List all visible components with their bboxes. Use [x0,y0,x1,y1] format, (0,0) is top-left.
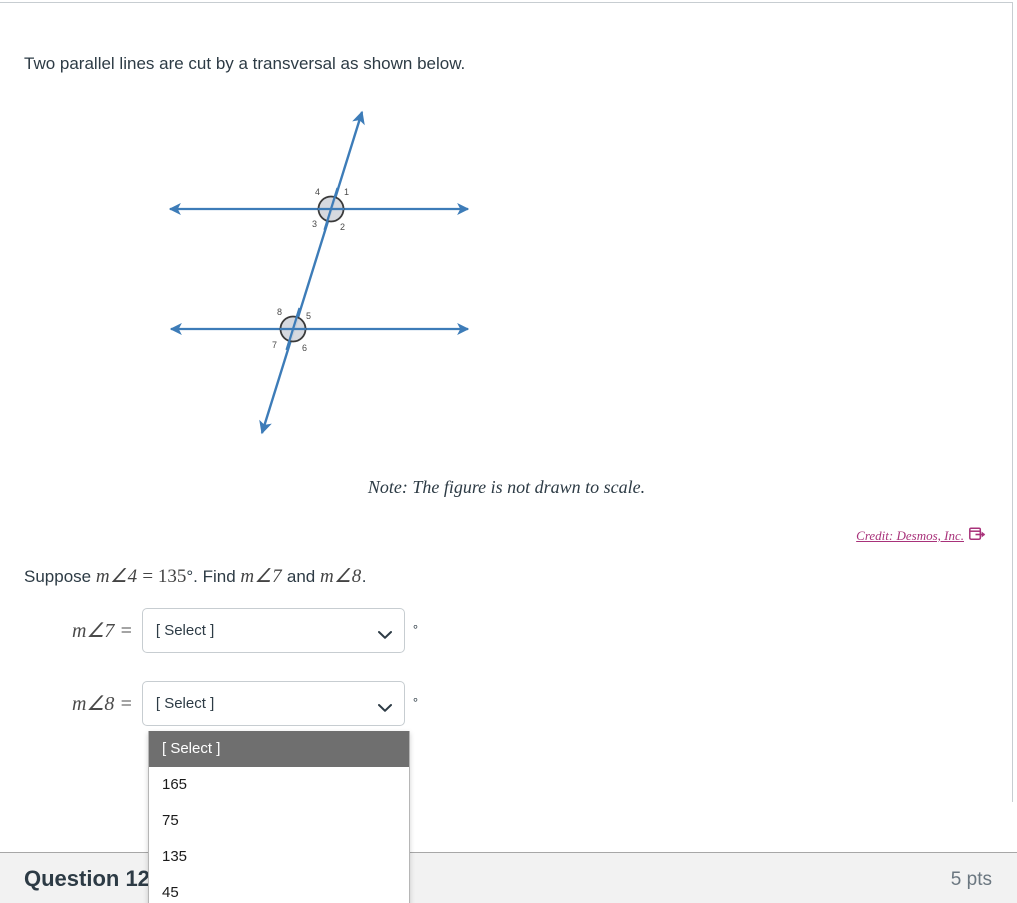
transversal-line [258,110,365,435]
answer-label-angle-7: m∠7 = [72,620,133,642]
suppose-statement: Suppose m∠4 = 135°. Find m∠7 and m∠8. [24,564,366,590]
parallel-lines-transversal-svg: 4 1 3 2 8 5 7 6 [168,110,469,435]
given-angle-expression: m∠4 [95,566,138,587]
geometry-figure: 4 1 3 2 8 5 7 6 [0,99,1013,449]
angle-label-7: 7 [272,340,277,350]
angle-label-2: 2 [340,222,345,232]
unit-degree-angle-8: ° [412,695,419,710]
dropdown-option-135[interactable]: 135 [149,839,409,875]
and-text: and [282,567,320,586]
external-link-icon[interactable] [969,527,986,545]
angle-label-4: 4 [315,187,320,197]
given-angle-value: 135 [157,566,187,587]
dropdown-options-angle-8[interactable]: [ Select ] 165 75 135 45 [148,731,410,903]
question-body-panel: Two parallel lines are cut by a transver… [0,2,1013,802]
credit-link[interactable]: Credit: Desmos, Inc. [856,527,986,545]
angle-label-8: 8 [277,307,282,317]
angle-label-3: 3 [312,219,317,229]
unit-degree-angle-7: ° [412,622,419,637]
select-angle-8-value: [ Select ] [155,695,215,712]
footer-question-title: Question 12 [24,866,150,891]
chevron-down-icon [377,699,392,712]
dropdown-option-75[interactable]: 75 [149,803,409,839]
footer-points: 5 pts [950,869,992,890]
answer-label-angle-8: m∠8 = [72,693,133,715]
chevron-down-icon [377,626,392,639]
find-angle-7: m∠7 [240,566,283,587]
select-angle-8[interactable]: [ Select ] [141,681,405,726]
angle-label-5: 5 [306,311,311,321]
dropdown-option-165[interactable]: 165 [149,767,409,803]
dropdown-option-45[interactable]: 45 [149,875,409,903]
equals-sign: = [137,566,158,587]
question-page: Two parallel lines are cut by a transver… [0,0,1017,903]
credit-label[interactable]: Credit: Desmos, Inc. [856,528,964,544]
select-angle-7[interactable]: [ Select ] [141,608,405,653]
answer-row-angle-7: m∠7 = [ Select ] ° [72,608,418,653]
angle-label-1: 1 [344,187,349,197]
find-angle-8: m∠8 [319,566,362,587]
answer-row-angle-8: m∠8 = [ Select ] ° [72,681,418,726]
question-prompt: Two parallel lines are cut by a transver… [24,54,466,73]
select-angle-7-value: [ Select ] [155,622,215,639]
dropdown-option-select[interactable]: [ Select ] [149,731,409,767]
find-text: . Find [193,567,241,586]
figure-scale-note: Note: The figure is not drawn to scale. [367,477,646,497]
suppose-prefix: Suppose [24,567,96,586]
angle-label-6: 6 [302,343,307,353]
sentence-period: . [361,567,367,586]
